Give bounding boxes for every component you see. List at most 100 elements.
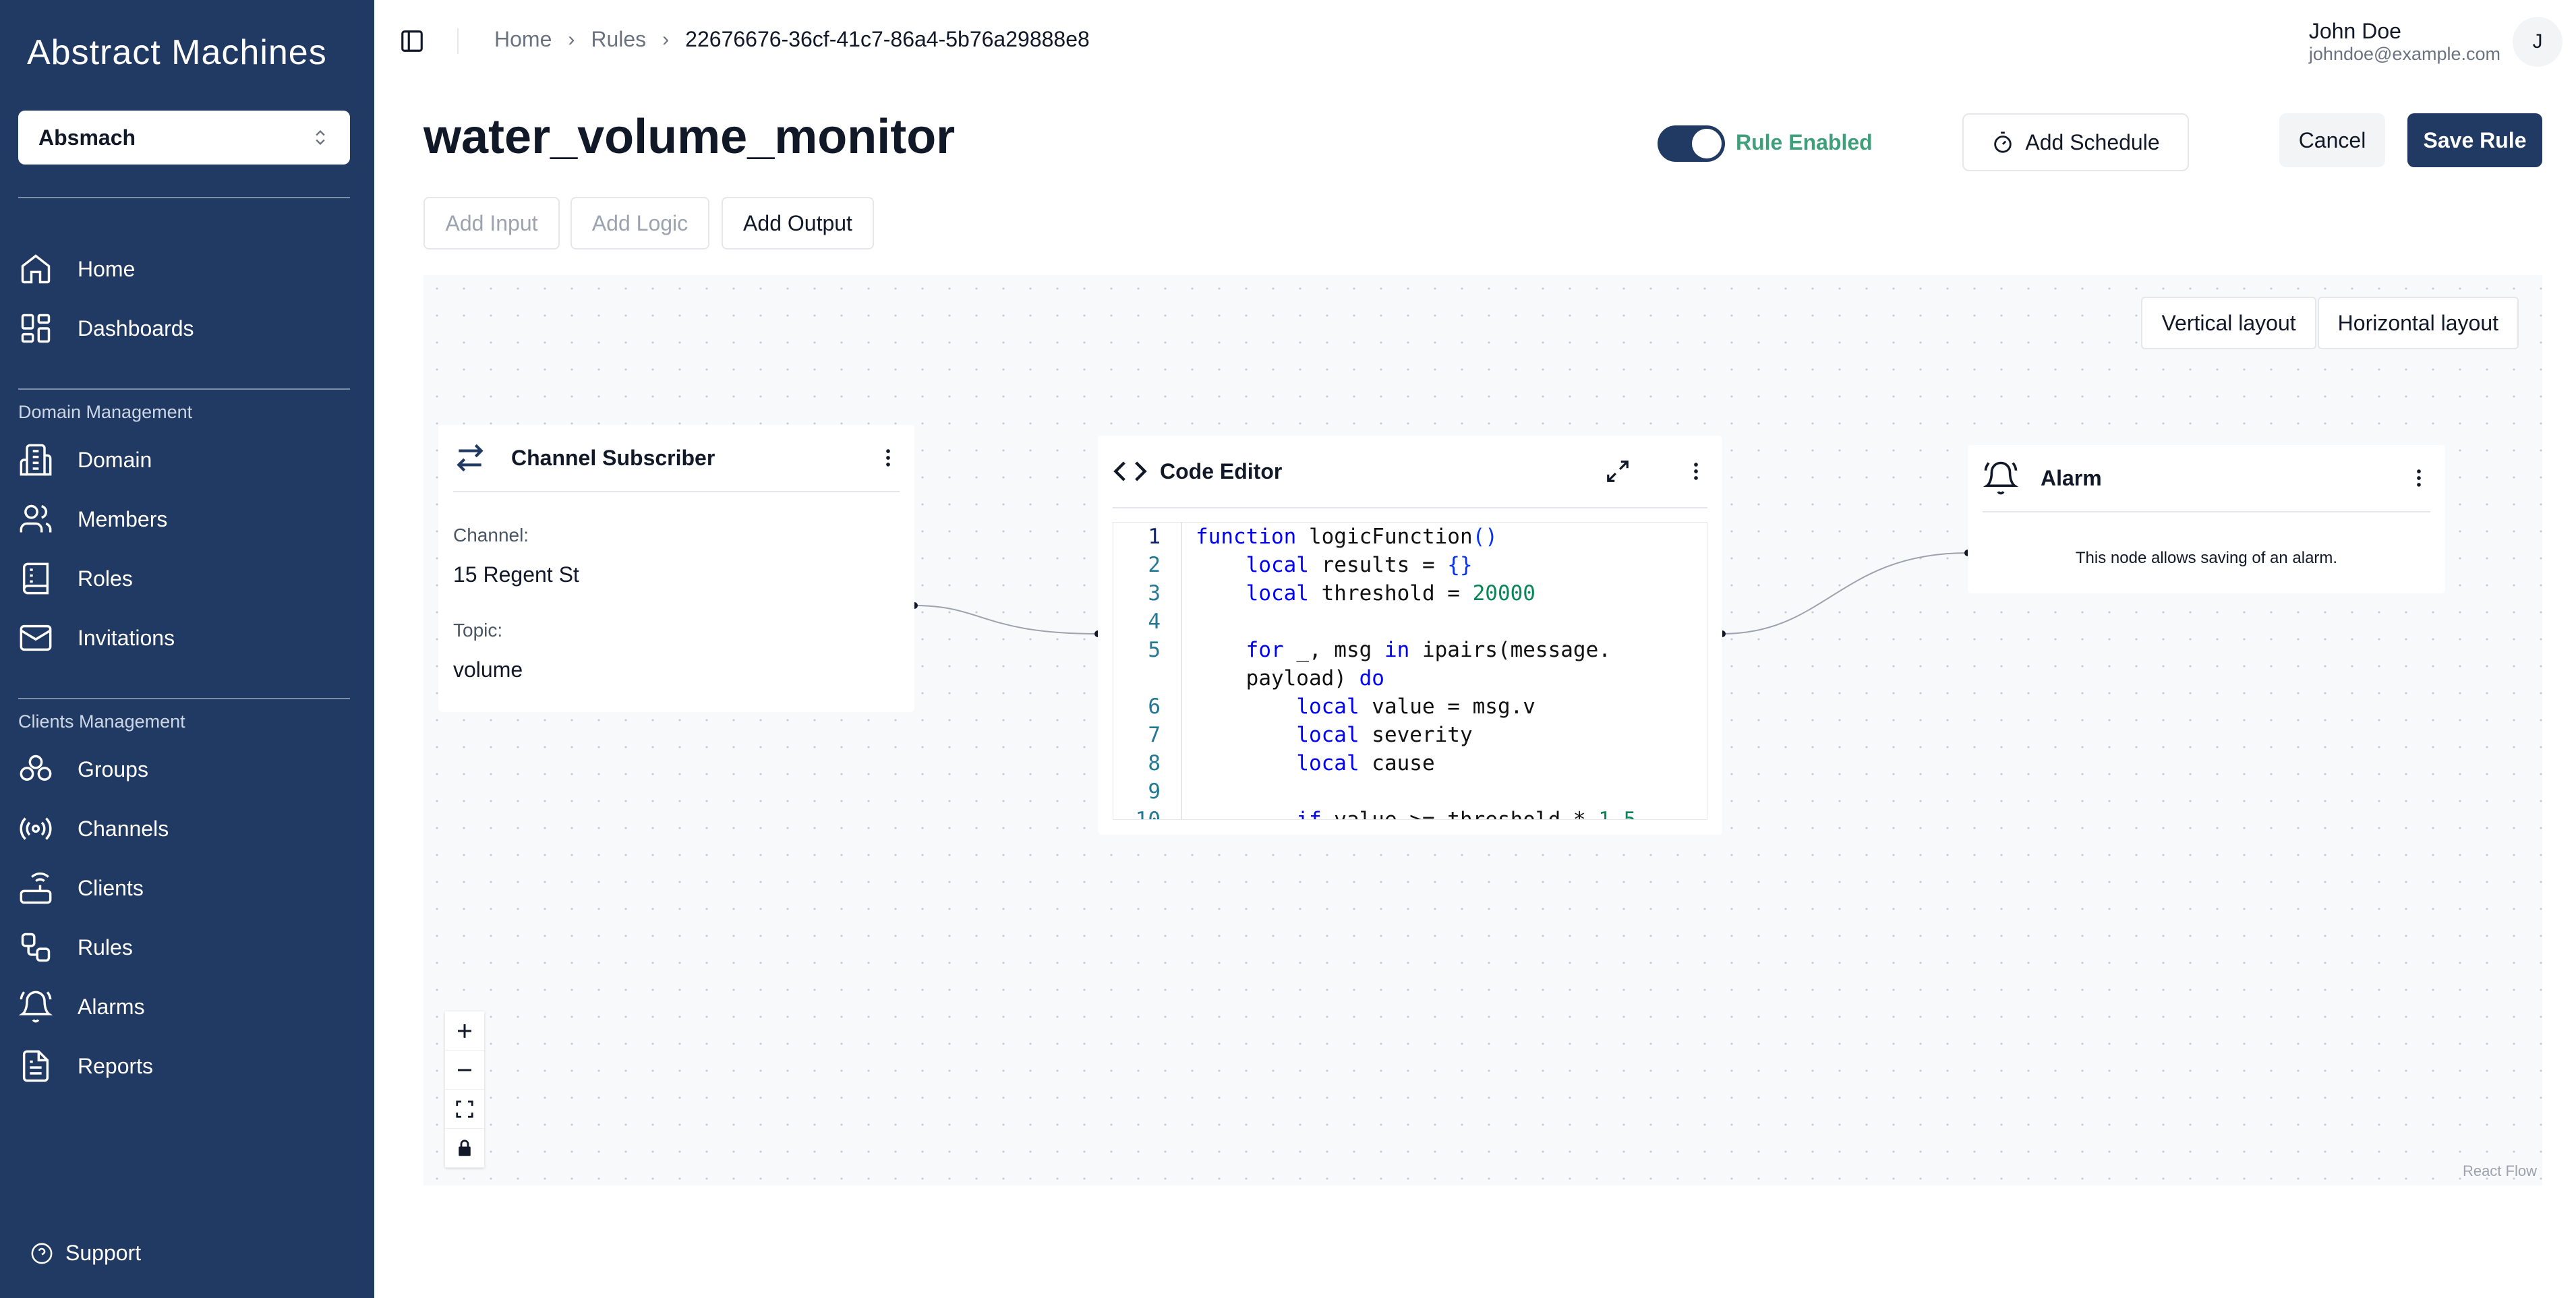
add-input-button[interactable]: Add Input: [423, 197, 560, 249]
sidebar-item-groups[interactable]: Groups: [18, 746, 350, 793]
sidebar-item-rules[interactable]: Rules: [18, 924, 350, 971]
chevron-right-icon: ›: [568, 28, 575, 51]
lock-icon: [459, 1139, 471, 1156]
sidebar-item-roles[interactable]: Roles: [18, 555, 350, 602]
sidebar: Abstract Machines Absmach Home Dashboard…: [0, 0, 374, 1298]
react-flow-attribution[interactable]: React Flow: [2463, 1162, 2537, 1180]
node-title: Channel Subscriber: [511, 445, 715, 470]
rule-enabled-toggle[interactable]: [1658, 125, 1725, 162]
code-line: 5 for _, msg in ipairs(message.: [1113, 636, 1707, 664]
sidebar-divider: [18, 698, 350, 699]
app-logo[interactable]: Abstract Machines: [27, 32, 327, 73]
more-vertical-icon[interactable]: [1685, 460, 1707, 483]
breadcrumb-current: 22676676-36cf-41c7-86a4-5b76a29888e8: [685, 27, 1090, 51]
groups-icon: [20, 755, 52, 781]
flow-canvas[interactable]: Vertical layout Horizontal layout Channe…: [423, 275, 2542, 1185]
code-line: 8 local cause: [1113, 749, 1707, 777]
code-icon: [1113, 461, 1147, 481]
sidebar-divider: [18, 388, 350, 390]
zoom-in-button[interactable]: [445, 1011, 484, 1051]
zoom-out-button[interactable]: [445, 1051, 484, 1090]
add-output-button[interactable]: Add Output: [722, 197, 874, 249]
flow-controls: [445, 1011, 484, 1168]
code-line: 4: [1113, 608, 1707, 636]
topbar-separator: [457, 28, 459, 54]
expand-icon[interactable]: [1605, 459, 1631, 484]
vertical-layout-button[interactable]: Vertical layout: [2141, 297, 2316, 349]
code-line: 2 local results = {}: [1113, 551, 1707, 579]
sidebar-item-members[interactable]: Members: [18, 496, 350, 543]
sidebar-item-home[interactable]: Home: [18, 245, 350, 293]
mail-icon: [20, 624, 52, 651]
code-editor-node[interactable]: Code Editor 1 function logicFunction() 2 …: [1098, 436, 1722, 835]
sidebar-item-channels[interactable]: Channels: [18, 805, 350, 852]
sidebar-item-label: Channels: [78, 816, 169, 841]
channel-label: Channel:: [453, 525, 529, 545]
rule-enabled-label: Rule Enabled: [1736, 130, 1873, 154]
add-logic-button[interactable]: Add Logic: [570, 197, 709, 249]
file-icon: [22, 1050, 49, 1082]
minus-icon: [458, 1069, 471, 1071]
book-icon: [22, 562, 49, 595]
user-menu[interactable]: John Doe johndoe@example.com: [2309, 19, 2500, 65]
topic-label: Topic:: [453, 620, 503, 641]
more-vertical-icon[interactable]: [877, 446, 900, 469]
code-line: 7 local severity: [1113, 721, 1707, 749]
sidebar-item-label: Alarms: [78, 994, 145, 1019]
org-select[interactable]: Absmach: [18, 111, 350, 165]
sidebar-divider: [18, 197, 350, 198]
node-title: Code Editor: [1160, 459, 1283, 483]
code-editor[interactable]: 1 function logicFunction() 2 local result…: [1113, 522, 1707, 820]
sidebar-item-dashboards[interactable]: Dashboards: [18, 305, 350, 352]
sidebar-toggle-icon[interactable]: [399, 28, 425, 54]
cancel-button[interactable]: Cancel: [2279, 113, 2385, 167]
fit-view-icon: [456, 1100, 473, 1118]
channel-value: 15 Regent St: [453, 562, 579, 587]
node-header: Alarm: [1983, 445, 2430, 512]
alarm-description: This node allows saving of an alarm.: [2075, 549, 2338, 567]
sidebar-item-label: Invitations: [78, 625, 175, 650]
user-email: johndoe@example.com: [2308, 44, 2500, 64]
page-title: water_volume_monitor: [423, 110, 956, 164]
bell-icon: [18, 991, 53, 1023]
more-vertical-icon[interactable]: [2407, 467, 2430, 490]
plus-icon: [458, 1024, 471, 1038]
lock-button[interactable]: [445, 1129, 484, 1168]
sidebar-item-label: Members: [78, 506, 168, 531]
code-line: 9: [1113, 777, 1707, 806]
horizontal-layout-button[interactable]: Horizontal layout: [2317, 297, 2519, 349]
breadcrumb-home[interactable]: Home: [494, 27, 552, 52]
layout-toggle-group: Vertical layout Horizontal layout: [2141, 297, 2519, 349]
sidebar-item-clients[interactable]: Clients: [18, 864, 350, 912]
chevron-updown-icon: [316, 130, 325, 145]
sidebar-item-reports[interactable]: Reports: [18, 1042, 350, 1090]
add-schedule-button[interactable]: Add Schedule: [1962, 113, 2189, 171]
fit-view-button[interactable]: [445, 1090, 484, 1129]
edge-subscriber-to-code[interactable]: [914, 605, 1099, 635]
dashboard-icon: [21, 314, 51, 343]
node-header: Code Editor: [1113, 436, 1707, 508]
home-icon: [21, 254, 51, 284]
section-heading-domain: Domain Management: [18, 402, 193, 422]
avatar[interactable]: J: [2513, 17, 2563, 67]
sidebar-item-label: Reports: [78, 1053, 154, 1078]
sidebar-item-label: Domain: [78, 447, 152, 472]
breadcrumb-rules[interactable]: Rules: [591, 27, 646, 52]
sidebar-item-domain[interactable]: Domain: [18, 436, 350, 483]
user-name: John Doe: [2308, 19, 2401, 43]
channel-subscriber-node[interactable]: Channel Subscriber Channel: 15 Regent St…: [438, 425, 914, 712]
support-link[interactable]: Support: [30, 1241, 141, 1266]
workflow-icon: [21, 933, 51, 962]
sidebar-item-label: Rules: [78, 935, 133, 960]
chevron-right-icon: ›: [662, 28, 670, 51]
sidebar-item-invitations[interactable]: Invitations: [18, 614, 350, 661]
alarm-node[interactable]: Alarm This node allows saving of an alar…: [1968, 445, 2445, 593]
sidebar-item-label: Home: [78, 256, 136, 281]
edge-code-to-alarm[interactable]: [1722, 552, 1968, 635]
node-title: Alarm: [2041, 465, 2102, 490]
code-line: payload) do: [1113, 664, 1707, 692]
support-label: Support: [65, 1241, 142, 1265]
save-rule-button[interactable]: Save Rule: [2407, 113, 2542, 167]
radio-icon: [20, 817, 52, 840]
sidebar-item-alarms[interactable]: Alarms: [18, 983, 350, 1030]
